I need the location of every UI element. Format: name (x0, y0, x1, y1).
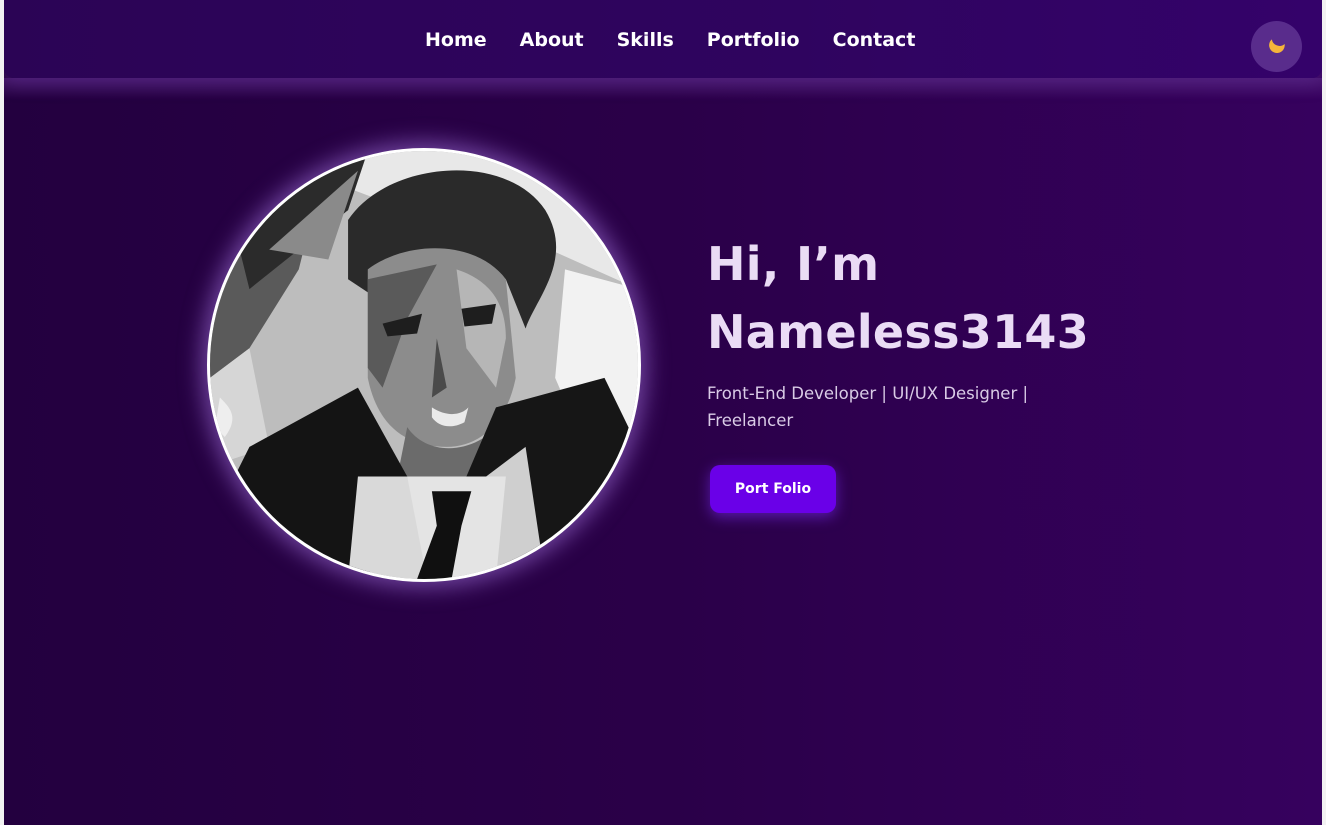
hero-text: Hi, I’m Nameless3143 Front-End Developer… (707, 230, 1107, 434)
hero-name: Nameless3143 (707, 305, 1090, 359)
landing-page: Home About Skills Portfolio Contact Hi, … (4, 0, 1322, 825)
page: Home About Skills Portfolio Contact Hi, … (0, 0, 1326, 825)
moon-icon (1266, 34, 1288, 60)
nav-link-about[interactable]: About (520, 29, 584, 51)
portfolio-button[interactable]: Port Folio (710, 465, 836, 513)
nav-link-portfolio[interactable]: Portfolio (707, 29, 800, 51)
nav-link-skills[interactable]: Skills (617, 29, 674, 51)
hero-greeting: Hi, I’m (707, 237, 880, 291)
avatar (207, 148, 641, 582)
navbar: Home About Skills Portfolio Contact (4, 0, 1322, 78)
nav-links: Home About Skills Portfolio Contact (425, 26, 915, 54)
hero-subtitle: Front-End Developer | UI/UX Designer | F… (707, 384, 1029, 430)
navbar-glow (4, 78, 1322, 100)
nav-link-contact[interactable]: Contact (833, 29, 916, 51)
hero-title: Hi, I’m Nameless3143 (707, 230, 1107, 366)
avatar-illustration (210, 151, 638, 579)
theme-toggle-button[interactable] (1251, 21, 1302, 72)
right-border (1322, 0, 1326, 825)
nav-link-home[interactable]: Home (425, 29, 487, 51)
